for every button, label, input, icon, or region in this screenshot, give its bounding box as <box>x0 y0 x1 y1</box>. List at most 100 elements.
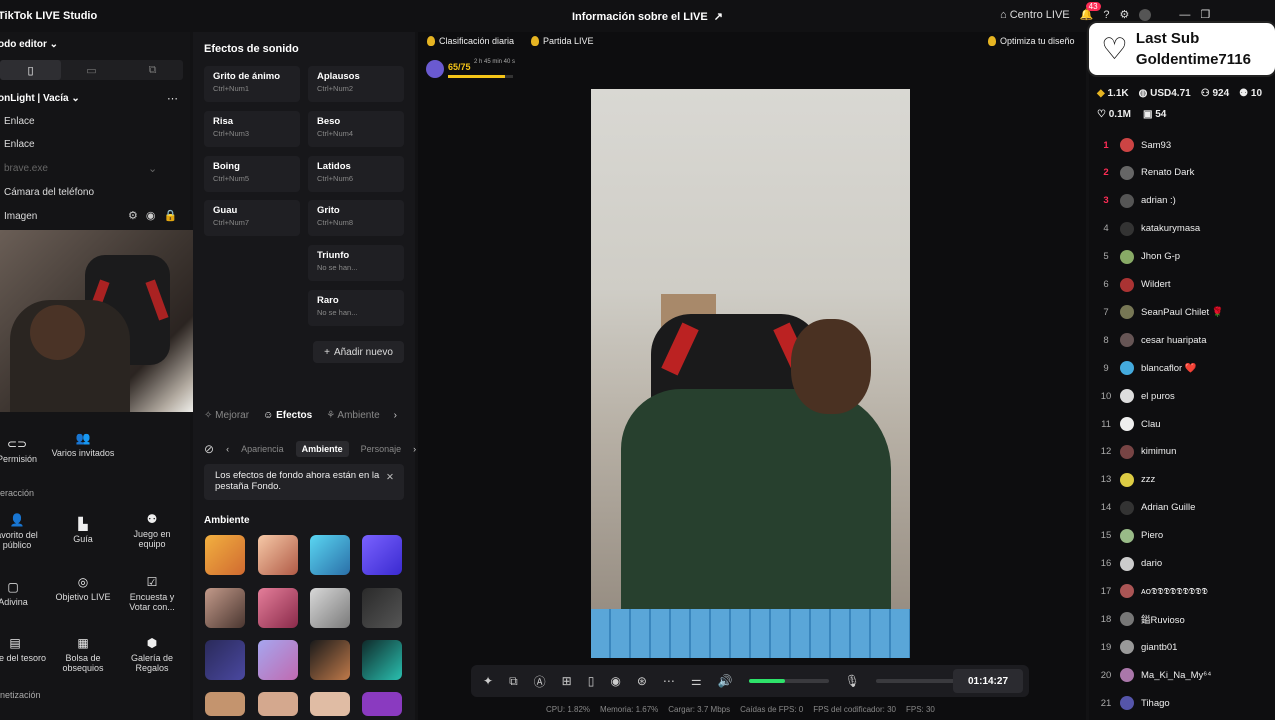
sound-button[interactable]: Risa Ctrl+Num3 <box>204 111 300 147</box>
effect-thumbnail[interactable] <box>310 535 350 575</box>
effect-thumbnail[interactable] <box>258 588 298 628</box>
tool-gift-bag[interactable]: ▦ Bolsa de obsequios <box>50 636 116 674</box>
sound-button[interactable]: Latidos Ctrl+Num6 <box>308 156 404 192</box>
effect-thumbnail[interactable] <box>362 640 402 680</box>
disable-icon[interactable]: ⊘ <box>204 442 214 456</box>
landscape-icon[interactable]: ▭ <box>61 60 122 80</box>
tool-guess[interactable]: ▢ Adivina <box>0 580 46 608</box>
tool-poll[interactable]: ☑ Encuesta y Votar con... <box>119 575 185 613</box>
tool-guide[interactable]: ▙ Guía <box>50 517 116 545</box>
effect-thumbnail[interactable] <box>205 692 245 716</box>
tool-live-goal[interactable]: ◎ Objetivo LIVE <box>50 575 116 603</box>
sound-button[interactable]: Grito Ctrl+Num8 <box>308 200 404 236</box>
settings-icon[interactable]: ⚙ <box>128 209 138 222</box>
ranking-row[interactable]: 19 giantb01 <box>1097 637 1275 657</box>
ranking-row[interactable]: 12 kimimun <box>1097 442 1275 462</box>
tool-multi-guest[interactable]: 👥 Varios invitados <box>50 431 116 459</box>
phone-icon[interactable]: ▯ <box>588 674 595 688</box>
sound-button[interactable]: Triunfo No se han... <box>308 245 404 281</box>
effect-thumbnail[interactable] <box>310 640 350 680</box>
source-item[interactable]: Cámara del teléfono <box>4 187 94 198</box>
subtab-ambiente[interactable]: Ambiente <box>295 441 349 457</box>
effect-thumbnail[interactable] <box>362 588 402 628</box>
tab-efectos[interactable]: ☺ Efectos <box>263 410 312 421</box>
sound-button[interactable]: Guau Ctrl+Num7 <box>204 200 300 236</box>
gear-icon[interactable]: ⚙ <box>1119 8 1129 21</box>
portrait-icon[interactable]: ▯ <box>0 60 61 80</box>
ranking-row[interactable]: 14 Adrian Guille <box>1097 498 1275 518</box>
mode-selector[interactable]: odo editor ⌄ <box>0 39 58 50</box>
ranking-row[interactable]: 1 Sam93 <box>1097 135 1275 155</box>
eye-icon[interactable]: ◉ <box>146 209 156 222</box>
subtab-personaje[interactable]: Personaje <box>361 444 402 454</box>
tool-team-game[interactable]: ⚉ Juego en equipo <box>119 512 185 550</box>
effect-thumbnail[interactable] <box>205 535 245 575</box>
effect-thumbnail[interactable] <box>310 692 350 716</box>
layers-icon[interactable]: ⧉ <box>509 674 518 689</box>
sound-button[interactable]: Beso Ctrl+Num4 <box>308 111 404 147</box>
tool-gift-gallery[interactable]: ⬢ Galería de Regalos <box>119 636 185 674</box>
record-icon[interactable]: ◉ <box>610 674 620 688</box>
ranking-row[interactable]: 2 Renato Dark <box>1097 163 1275 183</box>
ranking-row[interactable]: 9 blancaflor ❤️ <box>1097 358 1275 378</box>
ranking-row[interactable]: 15 Piero <box>1097 526 1275 546</box>
ranking-row[interactable]: 17 ᴀᴏ𝕯𝕯𝕯𝕯𝕯𝕯𝕯𝕯𝕯 <box>1097 581 1275 601</box>
ranking-row[interactable]: 13 zzz <box>1097 470 1275 490</box>
ranking-row[interactable]: 11 Clau <box>1097 414 1275 434</box>
lock-icon[interactable]: 🔒 <box>163 209 177 222</box>
ranking-row[interactable]: 4 katakurymasa <box>1097 219 1275 239</box>
ai-icon[interactable]: Ⓐ <box>534 673 546 690</box>
help-icon[interactable]: ? <box>1103 9 1109 21</box>
effect-thumbnail[interactable] <box>362 692 402 716</box>
mic-icon[interactable]: 🎙 <box>845 674 860 688</box>
tab-ambiente[interactable]: ⚘ Ambiente <box>326 410 379 421</box>
dual-icon[interactable]: ⧉ <box>122 60 183 80</box>
volume-slider[interactable] <box>748 679 829 683</box>
optimize-pill[interactable]: Optimiza tu diseño <box>988 36 1075 46</box>
effect-thumbnail[interactable] <box>258 640 298 680</box>
ranking-row[interactable]: 18 鎰Ruvioso <box>1097 609 1275 629</box>
live-info[interactable]: Información sobre el LIVE ↗ <box>572 10 723 24</box>
effect-thumbnail[interactable] <box>310 588 350 628</box>
ranking-row[interactable]: 10 el puros <box>1097 386 1275 406</box>
tab-mejorar[interactable]: ✧ Mejorar <box>204 410 249 421</box>
sound-button[interactable]: Grito de ánimo Ctrl+Num1 <box>204 66 300 102</box>
restore-icon[interactable]: ❐ <box>1200 8 1210 21</box>
ranking-row[interactable]: 20 Ma_Ki_Na_My⁶⁴ <box>1097 665 1275 685</box>
effect-thumbnail[interactable] <box>205 640 245 680</box>
add-sound-button[interactable]: + Añadir nuevo <box>313 341 404 363</box>
ranking-row[interactable]: 3 adrian :) <box>1097 191 1275 211</box>
source-item[interactable]: Enlace <box>4 139 35 150</box>
source-item[interactable]: Imagen <box>4 211 37 222</box>
tool-favorite[interactable]: 👤 avorito del público <box>0 513 50 551</box>
scene-selector[interactable]: onLight | Vacía ⌄ <box>0 93 80 104</box>
chevron-right-icon[interactable]: › <box>413 444 416 454</box>
daily-ranking-pill[interactable]: Clasificación diaria <box>427 36 514 46</box>
more-icon[interactable]: ⋯ <box>167 92 178 105</box>
ranking-row[interactable]: 21 Tihago <box>1097 693 1275 713</box>
chevron-left-icon[interactable]: ‹ <box>226 444 229 454</box>
add-source-icon[interactable]: ⊞ <box>562 674 572 688</box>
more-icon[interactable]: ⋯ <box>663 674 675 688</box>
ranking-row[interactable]: 7 SeanPaul Chilet 🌹 <box>1097 302 1275 322</box>
ranking-row[interactable]: 16 dario <box>1097 554 1275 574</box>
capture-icon[interactable]: ⊛ <box>637 674 647 688</box>
source-item[interactable]: Enlace <box>4 116 35 127</box>
magic-icon[interactable]: ✦ <box>483 674 493 688</box>
effect-thumbnail[interactable] <box>362 535 402 575</box>
source-item[interactable]: brave.exe <box>4 163 48 174</box>
centro-live-button[interactable]: ⌂ Centro LIVE <box>1000 9 1070 21</box>
mixer-icon[interactable]: ⚌ <box>691 674 702 688</box>
effect-thumbnail[interactable] <box>258 535 298 575</box>
sound-button[interactable]: Raro No se han... <box>308 290 404 326</box>
effect-thumbnail[interactable] <box>258 692 298 716</box>
close-icon[interactable]: ✕ <box>386 472 394 483</box>
live-match-pill[interactable]: Partida LIVE <box>531 36 594 46</box>
effect-thumbnail[interactable] <box>205 588 245 628</box>
sound-button[interactable]: Aplausos Ctrl+Num2 <box>308 66 404 102</box>
ranking-row[interactable]: 6 Wildert <box>1097 275 1275 295</box>
speaker-icon[interactable]: 🔊 <box>718 674 733 688</box>
sound-button[interactable]: Boing Ctrl+Num5 <box>204 156 300 192</box>
subtab-apariencia[interactable]: Apariencia <box>241 444 284 454</box>
ranking-row[interactable]: 8 cesar huaripata <box>1097 330 1275 350</box>
